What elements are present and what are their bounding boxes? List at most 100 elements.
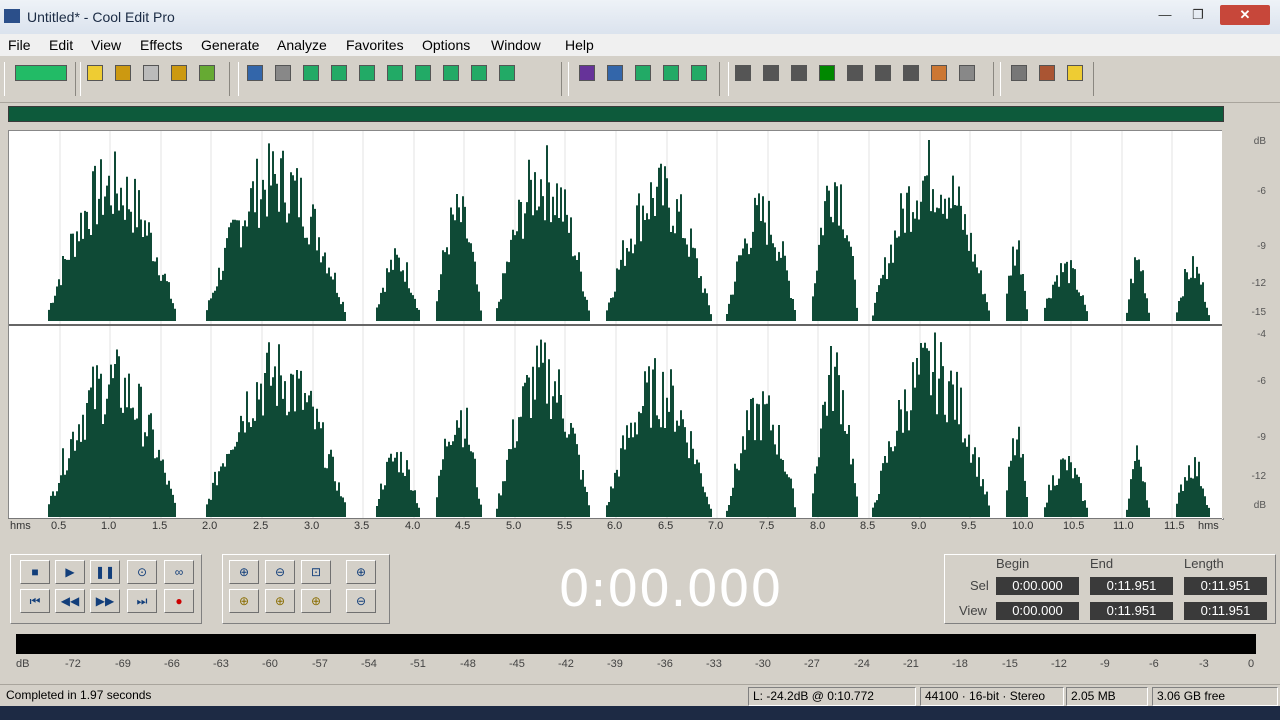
zoom-left-edge-button[interactable]: ⊕ <box>265 589 295 613</box>
menu-file[interactable]: File <box>8 37 31 53</box>
playlist-icon <box>763 65 779 81</box>
cut-icon[interactable] <box>384 62 406 84</box>
time-ruler[interactable]: hms 0.5 1.0 1.5 2.0 2.5 3.0 3.5 4.0 4.5 5.0 5.5 6.0 6… <box>8 518 1222 539</box>
rewind-button[interactable]: ◀◀ <box>55 589 85 613</box>
menu-edit[interactable]: Edit <box>49 37 73 53</box>
waveform-display[interactable] <box>8 130 1224 520</box>
play-icon[interactable] <box>816 62 838 84</box>
edit-view-icon[interactable] <box>604 62 626 84</box>
menu-help[interactable]: Help <box>565 37 594 53</box>
zero-cross-icon[interactable] <box>660 62 682 84</box>
redo-icon[interactable] <box>272 62 294 84</box>
view-length-field[interactable]: 0:11.951 <box>1184 602 1267 620</box>
zoom-to-selection-button[interactable]: ⊕ <box>229 589 259 613</box>
minimize-button[interactable]: — <box>1150 5 1180 25</box>
maximize-button[interactable]: ❐ <box>1184 5 1212 25</box>
color-icon[interactable] <box>928 62 950 84</box>
snap-grid-icon[interactable] <box>632 62 654 84</box>
level-meter-label: -15 <box>1002 658 1018 670</box>
mix-paste-icon[interactable] <box>468 62 490 84</box>
zoom-in-horizontal-button[interactable]: ⊕ <box>229 560 259 584</box>
zoom-right-edge-button[interactable]: ⊕ <box>301 589 331 613</box>
time-display: 0:00.000 <box>558 560 782 618</box>
edit-view-icon <box>607 65 623 81</box>
zoom-out-horizontal-button[interactable]: ⊖ <box>265 560 295 584</box>
fast-forward-button[interactable]: ▶▶ <box>90 589 120 613</box>
time-ruler-label: 4.5 <box>455 520 471 532</box>
time-format-icon[interactable] <box>872 62 894 84</box>
sel-begin-field[interactable]: 0:00.000 <box>996 577 1079 595</box>
redo-icon <box>275 65 291 81</box>
go-to-beginning-button[interactable]: ⏮ <box>20 589 50 613</box>
time-ruler-label: 4.0 <box>405 520 421 532</box>
level-meter: dB -72 -69 -66 -63 -60 -57 -54 -51 -48 -45 -42 -39 -3… <box>8 632 1272 678</box>
meter-icon <box>903 65 919 81</box>
pause-button[interactable]: ❚❚ <box>90 560 120 584</box>
tools-icon[interactable] <box>1036 62 1058 84</box>
paste-new-icon[interactable] <box>440 62 462 84</box>
menu-options[interactable]: Options <box>422 37 470 53</box>
meter-icon[interactable] <box>900 62 922 84</box>
sel-end-field[interactable]: 0:11.951 <box>1090 577 1173 595</box>
go-to-end-button[interactable]: ⏭ <box>127 589 157 613</box>
db-label: dB <box>1253 500 1266 511</box>
help-icon[interactable] <box>1064 62 1086 84</box>
level-meter-label: -72 <box>65 658 81 670</box>
waveform-canvas[interactable] <box>9 131 1223 519</box>
play-to-end-button[interactable]: ⊙ <box>127 560 157 584</box>
color-icon <box>931 65 947 81</box>
loop-button[interactable]: ∞ <box>164 560 194 584</box>
settings-icon <box>791 65 807 81</box>
scripts-icon[interactable] <box>1008 62 1030 84</box>
zoom-icon[interactable] <box>844 62 866 84</box>
file-size: 2.05 MB <box>1066 687 1148 706</box>
spectral-view-icon[interactable] <box>576 62 598 84</box>
menu-generate[interactable]: Generate <box>201 37 259 53</box>
cue-list-icon <box>735 65 751 81</box>
waveform-overview-bar[interactable] <box>8 106 1224 122</box>
view-begin-field[interactable]: 0:00.000 <box>996 602 1079 620</box>
cue-list-icon[interactable] <box>732 62 754 84</box>
save-icon[interactable] <box>140 62 162 84</box>
menu-window[interactable]: Window <box>491 37 541 53</box>
status-bar: Completed in 1.97 seconds L: -24.2dB @ 0… <box>0 684 1280 707</box>
time-ruler-label: 7.0 <box>708 520 724 532</box>
zoom-in-vertical-button[interactable]: ⊕ <box>346 560 376 584</box>
copy-icon[interactable] <box>356 62 378 84</box>
app-icon[interactable] <box>4 9 20 23</box>
time-ruler-label: 3.0 <box>304 520 320 532</box>
close-icon[interactable] <box>196 62 218 84</box>
level-meter-bar <box>16 634 1256 654</box>
menu-view[interactable]: View <box>91 37 121 53</box>
cut-selection-icon[interactable] <box>300 62 322 84</box>
close-button[interactable]: ✕ <box>1220 5 1270 25</box>
toggle-waveform-multitrack-icon <box>15 65 67 81</box>
settings-icon[interactable] <box>788 62 810 84</box>
frame-icon[interactable] <box>956 62 978 84</box>
play-button[interactable]: ▶ <box>55 560 85 584</box>
save-as-icon <box>171 65 187 81</box>
undo-icon[interactable] <box>244 62 266 84</box>
trim-icon[interactable] <box>328 62 350 84</box>
stop-button[interactable]: ■ <box>20 560 50 584</box>
time-ruler-label: 1.0 <box>101 520 117 532</box>
level-meter-label: -63 <box>213 658 229 670</box>
zoom-out-vertical-button[interactable]: ⊖ <box>346 589 376 613</box>
level-meter-label: dB <box>16 658 30 670</box>
view-end-field[interactable]: 0:11.951 <box>1090 602 1173 620</box>
open-file-icon[interactable] <box>112 62 134 84</box>
markers-icon[interactable] <box>688 62 710 84</box>
paste-icon[interactable] <box>412 62 434 84</box>
find-icon[interactable] <box>496 62 518 84</box>
save-as-icon[interactable] <box>168 62 190 84</box>
menu-favorites[interactable]: Favorites <box>346 37 404 53</box>
menu-effects[interactable]: Effects <box>140 37 183 53</box>
record-button[interactable]: ● <box>164 589 194 613</box>
help-icon <box>1067 65 1083 81</box>
new-file-icon[interactable] <box>84 62 106 84</box>
zoom-full-button[interactable]: ⊡ <box>301 560 331 584</box>
menu-analyze[interactable]: Analyze <box>277 37 327 53</box>
sel-length-field[interactable]: 0:11.951 <box>1184 577 1267 595</box>
toggle-waveform-multitrack-icon[interactable] <box>12 62 70 84</box>
playlist-icon[interactable] <box>760 62 782 84</box>
